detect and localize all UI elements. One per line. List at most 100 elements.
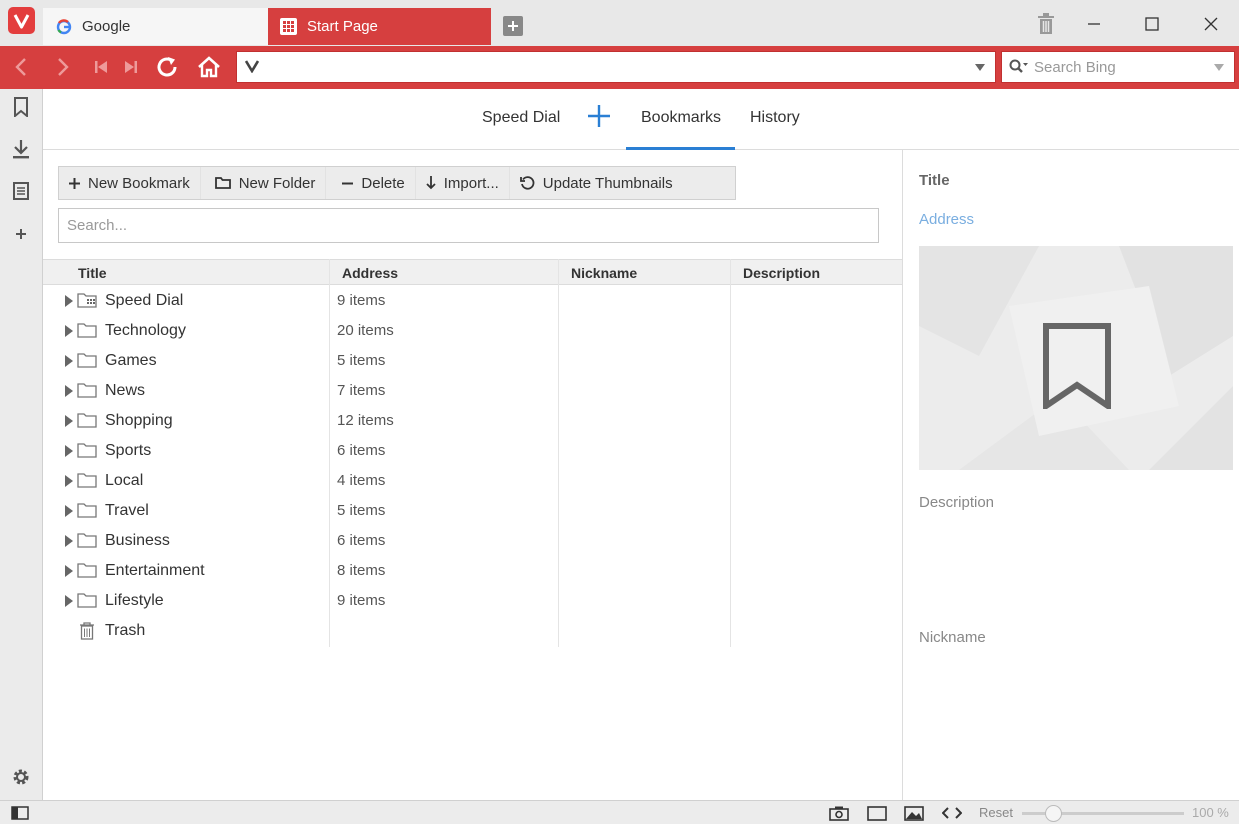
expand-arrow-icon[interactable] — [65, 415, 73, 427]
detail-title-field[interactable]: Title — [919, 172, 950, 189]
row-title: Business — [105, 532, 170, 549]
table-row[interactable]: Technology 20 items — [43, 316, 902, 346]
back-icon[interactable] — [8, 54, 34, 80]
detail-address-field[interactable]: Address — [919, 211, 974, 228]
folder-icon — [77, 412, 97, 432]
search-engine-field[interactable]: Search Bing — [1001, 51, 1235, 83]
tab-label: Start Page — [307, 18, 378, 35]
bookmark-thumbnail — [919, 246, 1233, 470]
settings-gear-icon[interactable] — [9, 765, 33, 789]
column-title[interactable]: Title — [78, 265, 107, 281]
home-icon[interactable] — [196, 54, 222, 80]
vivaldi-logo-icon[interactable] — [8, 7, 35, 34]
table-row[interactable]: Speed Dial 9 items — [43, 286, 902, 316]
delete-button[interactable]: Delete — [326, 167, 416, 199]
row-address: 5 items — [337, 502, 386, 519]
row-address: 20 items — [337, 322, 394, 339]
import-button[interactable]: Import... — [416, 167, 510, 199]
expand-arrow-icon[interactable] — [65, 565, 73, 577]
forward-icon[interactable] — [50, 54, 76, 80]
column-nickname[interactable]: Nickname — [571, 265, 637, 281]
table-row[interactable]: Entertainment 8 items — [43, 556, 902, 586]
active-tab-indicator — [626, 147, 735, 150]
download-arrow-icon — [426, 176, 436, 190]
tab-speed-dial[interactable]: Speed Dial — [482, 109, 560, 127]
table-row[interactable]: Local 4 items — [43, 466, 902, 496]
add-speed-dial-plus-icon[interactable] — [586, 103, 612, 129]
row-address: 6 items — [337, 442, 386, 459]
column-address[interactable]: Address — [342, 265, 398, 281]
expand-arrow-icon[interactable] — [65, 595, 73, 607]
table-row[interactable]: Travel 5 items — [43, 496, 902, 526]
expand-arrow-icon[interactable] — [65, 295, 73, 307]
table-row[interactable]: Business 6 items — [43, 526, 902, 556]
bookmark-panel-icon[interactable] — [9, 95, 33, 119]
tiling-icon[interactable] — [867, 804, 887, 822]
notes-icon[interactable] — [9, 179, 33, 203]
rewind-icon[interactable] — [88, 54, 114, 80]
tab-bar: Google Start Page — [0, 0, 1239, 46]
folder-icon — [77, 442, 97, 462]
new-folder-button[interactable]: New Folder — [201, 167, 327, 199]
tab-start-page[interactable]: Start Page — [268, 8, 491, 45]
expand-arrow-icon[interactable] — [65, 475, 73, 487]
detail-nickname-field[interactable]: Nickname — [919, 629, 986, 646]
row-address: 5 items — [337, 352, 386, 369]
table-row[interactable]: Lifestyle 9 items — [43, 586, 902, 616]
expand-arrow-icon[interactable] — [65, 445, 73, 457]
maximize-icon[interactable] — [1140, 12, 1164, 36]
expand-arrow-icon[interactable] — [65, 505, 73, 517]
table-row[interactable]: Sports 6 items — [43, 436, 902, 466]
close-window-icon[interactable] — [1199, 12, 1223, 36]
speed-dial-grid-icon — [280, 18, 297, 35]
images-toggle-icon[interactable] — [904, 804, 924, 822]
url-field[interactable] — [236, 51, 996, 83]
new-tab-plus-icon[interactable] — [503, 16, 523, 36]
row-address: 4 items — [337, 472, 386, 489]
row-title: Travel — [105, 502, 149, 519]
expand-arrow-icon[interactable] — [65, 325, 73, 337]
refresh-icon — [519, 175, 535, 191]
expand-arrow-icon[interactable] — [65, 535, 73, 547]
plus-icon — [69, 177, 80, 189]
tab-history[interactable]: History — [750, 109, 800, 127]
capture-camera-icon[interactable] — [829, 804, 849, 822]
new-folder-label: New Folder — [238, 174, 316, 192]
zoom-slider-handle[interactable] — [1045, 805, 1062, 822]
expand-arrow-icon[interactable] — [65, 355, 73, 367]
bookmark-search-field[interactable] — [58, 208, 879, 243]
minimize-icon[interactable] — [1082, 12, 1106, 36]
detail-description-field[interactable]: Description — [919, 494, 994, 511]
table-row[interactable]: News 7 items — [43, 376, 902, 406]
expand-arrow-icon[interactable] — [65, 385, 73, 397]
fast-forward-icon[interactable] — [118, 54, 144, 80]
table-row[interactable]: Games 5 items — [43, 346, 902, 376]
update-thumbnails-label: Update Thumbnails — [542, 174, 673, 192]
row-address: 9 items — [337, 592, 386, 609]
status-bar: Reset 100 % — [0, 800, 1239, 824]
closed-tabs-trash-icon[interactable] — [1034, 12, 1058, 36]
row-title: Lifestyle — [105, 592, 164, 609]
folder-icon — [77, 322, 97, 342]
tab-bookmarks[interactable]: Bookmarks — [641, 109, 721, 127]
toggle-panel-icon[interactable] — [10, 804, 30, 822]
bookmark-search-input[interactable] — [59, 209, 878, 242]
zoom-reset-button[interactable]: Reset — [979, 805, 1013, 820]
update-thumbnails-button[interactable]: Update Thumbnails — [510, 167, 683, 199]
table-row[interactable]: Trash — [43, 616, 902, 646]
downloads-icon[interactable] — [9, 137, 33, 161]
new-bookmark-button[interactable]: New Bookmark — [59, 167, 201, 199]
table-row[interactable]: Shopping 12 items — [43, 406, 902, 436]
add-web-panel-icon[interactable] — [9, 222, 33, 246]
row-title: Speed Dial — [105, 292, 184, 309]
search-dropdown-icon[interactable] — [1214, 64, 1224, 71]
url-dropdown-icon[interactable] — [975, 64, 985, 71]
side-panel — [0, 89, 43, 800]
column-description[interactable]: Description — [743, 265, 820, 281]
page-actions-code-icon[interactable] — [942, 804, 962, 822]
row-title: Local — [105, 472, 144, 489]
row-title: Sports — [105, 442, 152, 459]
row-title: Trash — [105, 622, 146, 639]
tab-google[interactable]: Google — [43, 8, 268, 45]
reload-icon[interactable] — [154, 54, 180, 80]
